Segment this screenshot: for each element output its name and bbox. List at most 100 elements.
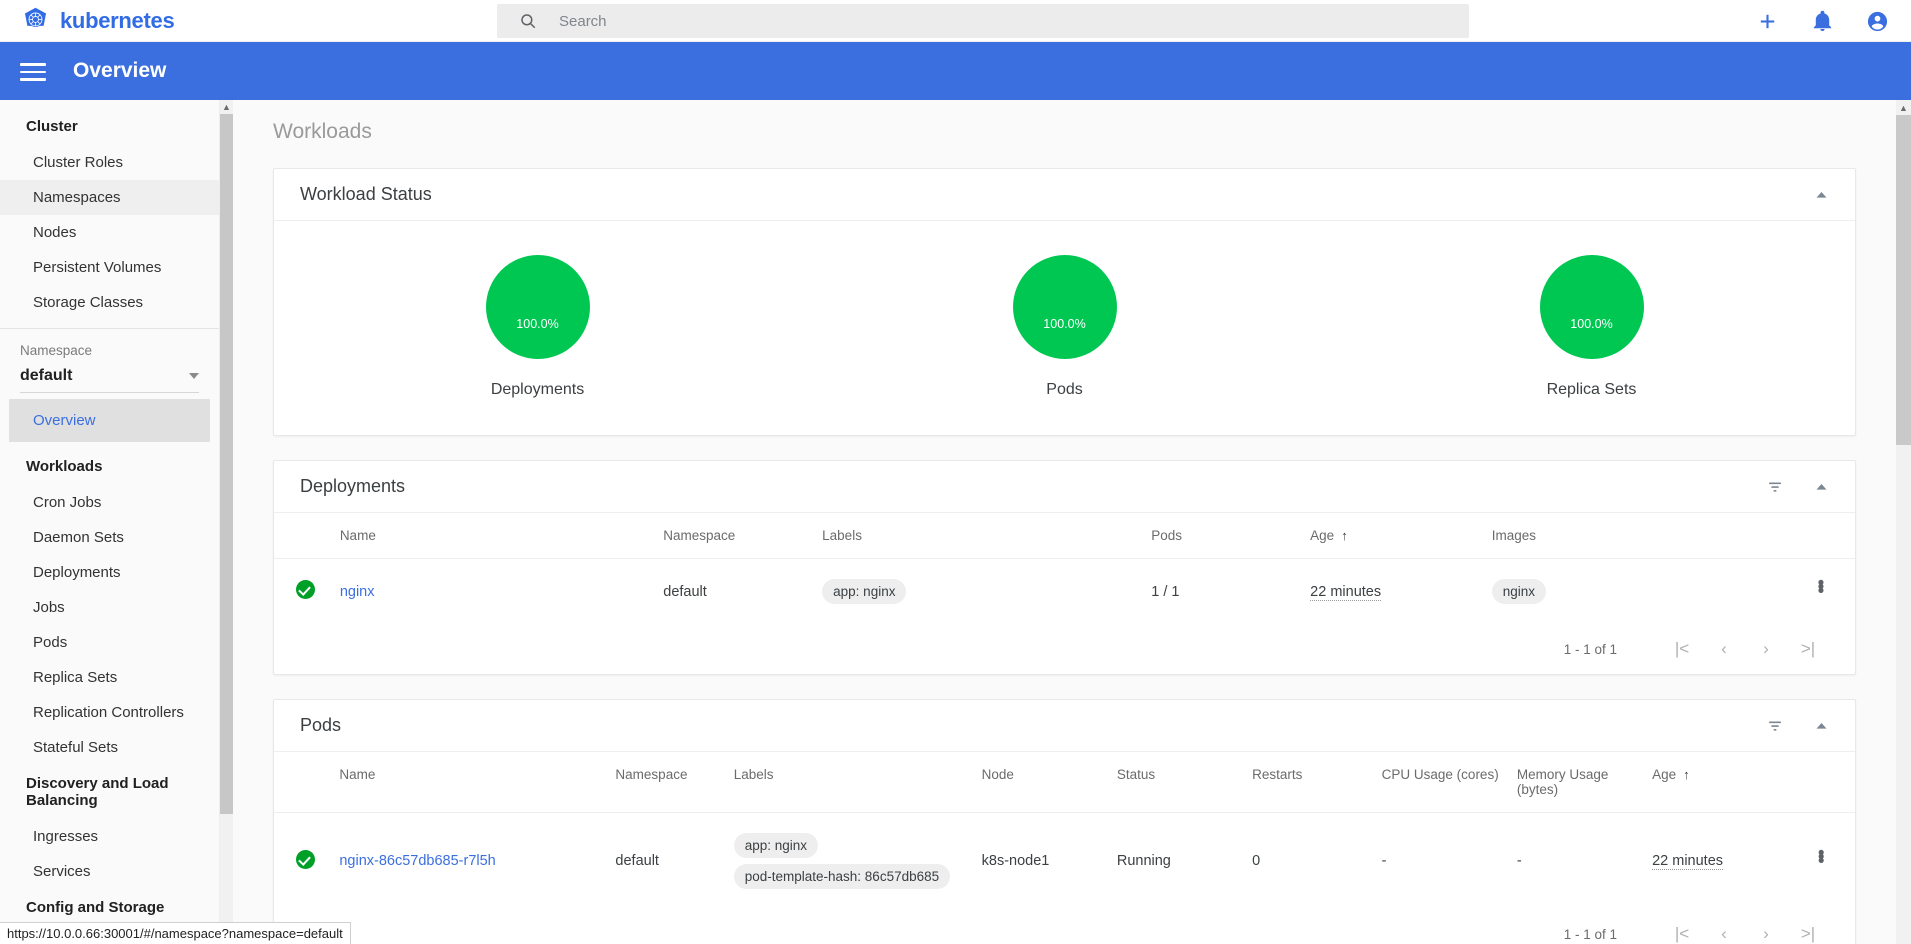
filter-list-icon[interactable] bbox=[1766, 478, 1784, 496]
more-options-icon[interactable]: • • • bbox=[1818, 574, 1825, 601]
sidebar-item-daemon-sets[interactable]: Daemon Sets bbox=[0, 520, 219, 555]
row-memory-usage: - bbox=[1516, 812, 1653, 909]
sidebar-item-persistent-volumes[interactable]: Persistent Volumes bbox=[0, 250, 219, 285]
sidebar-scrollbar-thumb[interactable] bbox=[220, 114, 233, 814]
image-chip[interactable]: nginx bbox=[1491, 579, 1547, 604]
namespace-select[interactable]: default bbox=[20, 367, 199, 393]
last-page-button[interactable]: >| bbox=[1787, 639, 1829, 659]
brand-name: kubernetes bbox=[60, 7, 175, 33]
main-scrollbar-thumb[interactable] bbox=[1896, 115, 1911, 445]
workload-status-card: Workload Status 100.0% Deployments 100.0… bbox=[273, 168, 1856, 436]
deployments-pagination: 1 - 1 of 1 |< ‹ › >| bbox=[274, 624, 1855, 674]
more-options-icon[interactable]: • • • bbox=[1818, 844, 1825, 871]
sidebar-item-cluster-roles[interactable]: Cluster Roles bbox=[0, 145, 219, 180]
sidebar-item-cron-jobs[interactable]: Cron Jobs bbox=[0, 485, 219, 520]
sidebar-item-replica-sets[interactable]: Replica Sets bbox=[0, 660, 219, 695]
col-age-label: Age bbox=[1310, 528, 1335, 543]
sidebar-item-nodes[interactable]: Nodes bbox=[0, 215, 219, 250]
first-page-button[interactable]: |< bbox=[1661, 924, 1703, 944]
scroll-up-icon[interactable]: ▲ bbox=[220, 100, 233, 114]
deployments-header: Deployments bbox=[274, 461, 1855, 513]
hamburger-menu-icon[interactable] bbox=[20, 58, 46, 84]
prev-page-button[interactable]: ‹ bbox=[1703, 639, 1745, 659]
col-status bbox=[274, 513, 340, 559]
label-chip[interactable]: app: nginx bbox=[733, 833, 819, 858]
donut-pods-label: Pods bbox=[1046, 381, 1083, 398]
col-labels[interactable]: Labels bbox=[822, 513, 1151, 559]
donut-deployments-value: 100.0% bbox=[516, 317, 559, 331]
table-row[interactable]: nginx default app: nginx 1 / 1 22 minute… bbox=[274, 558, 1855, 624]
brand-logo-link[interactable]: kubernetes bbox=[22, 7, 175, 34]
plus-icon[interactable] bbox=[1756, 10, 1779, 33]
col-name[interactable]: Name bbox=[340, 513, 663, 559]
pods-card: Pods Name Namespace Labels Node Status R… bbox=[273, 699, 1856, 944]
status-bar-url: https://10.0.0.66:30001/#/namespace?name… bbox=[0, 922, 351, 944]
donut-replica-sets-label: Replica Sets bbox=[1546, 381, 1637, 398]
donut-replica-sets-svg bbox=[1539, 255, 1644, 359]
col-age[interactable]: Age ↑ bbox=[1652, 752, 1787, 813]
sidebar-item-storage-classes[interactable]: Storage Classes bbox=[0, 285, 219, 320]
sidebar-item-jobs[interactable]: Jobs bbox=[0, 590, 219, 625]
pods-table-header: Name Namespace Labels Node Status Restar… bbox=[274, 752, 1855, 813]
sidebar-item-namespaces[interactable]: Namespaces bbox=[0, 180, 219, 215]
label-chip[interactable]: app: nginx bbox=[822, 579, 907, 604]
account-circle-icon[interactable] bbox=[1866, 10, 1889, 33]
col-actions bbox=[1787, 752, 1855, 813]
sidebar-item-stateful-sets[interactable]: Stateful Sets bbox=[0, 730, 219, 765]
deployments-card: Deployments Name Namespace Labels Pods A… bbox=[273, 460, 1856, 675]
chart-pods: 100.0% Pods bbox=[1012, 255, 1117, 399]
search-input[interactable] bbox=[559, 12, 1469, 30]
col-restarts[interactable]: Restarts bbox=[1252, 752, 1382, 813]
main-scrollbar[interactable]: ▲ bbox=[1896, 100, 1911, 944]
first-page-button[interactable]: |< bbox=[1661, 639, 1703, 659]
row-labels: app: nginx pod-template-hash: 86c57db685 bbox=[733, 812, 982, 909]
sidebar-item-overview[interactable]: Overview bbox=[9, 399, 210, 442]
col-status bbox=[274, 752, 339, 813]
donut-pods-value: 100.0% bbox=[1043, 317, 1086, 331]
col-age[interactable]: Age ↑ bbox=[1310, 513, 1492, 559]
pod-link[interactable]: nginx-86c57db685-r7l5h bbox=[339, 853, 495, 869]
col-age-label: Age bbox=[1652, 767, 1677, 782]
label-chip[interactable]: pod-template-hash: 86c57db685 bbox=[733, 864, 951, 889]
col-cpu-usage[interactable]: CPU Usage (cores) bbox=[1382, 752, 1517, 813]
next-page-button[interactable]: › bbox=[1745, 924, 1787, 944]
chevron-up-icon[interactable] bbox=[1814, 187, 1829, 202]
row-actions: • • • bbox=[1786, 558, 1855, 624]
sidebar-item-pods[interactable]: Pods bbox=[0, 625, 219, 660]
sidebar-nav[interactable]: Cluster Cluster Roles Namespaces Nodes P… bbox=[0, 100, 220, 944]
sidebar-header-discovery: Discovery and Load Balancing bbox=[26, 775, 169, 809]
next-page-button[interactable]: › bbox=[1745, 639, 1787, 659]
sidebar-item-deployments[interactable]: Deployments bbox=[0, 555, 219, 590]
table-row[interactable]: nginx-86c57db685-r7l5h default app: ngin… bbox=[274, 812, 1855, 909]
search-box[interactable] bbox=[497, 4, 1469, 38]
col-namespace[interactable]: Namespace bbox=[615, 752, 733, 813]
col-pods[interactable]: Pods bbox=[1151, 513, 1310, 559]
bell-icon[interactable] bbox=[1811, 10, 1834, 33]
col-memory-usage[interactable]: Memory Usage (bytes) bbox=[1517, 752, 1652, 813]
sidebar-scrollbar[interactable]: ▲ bbox=[220, 100, 233, 944]
sidebar-header-workloads: Workloads bbox=[26, 458, 103, 475]
age-value: 22 minutes bbox=[1310, 583, 1382, 601]
row-pod-status: Running bbox=[1116, 812, 1253, 909]
donut-deployments-label: Deployments bbox=[490, 381, 585, 398]
deployment-link[interactable]: nginx bbox=[340, 584, 375, 600]
chevron-up-icon[interactable] bbox=[1814, 479, 1829, 494]
sidebar-item-services[interactable]: Services bbox=[0, 854, 219, 889]
sidebar-item-replication-controllers[interactable]: Replication Controllers bbox=[0, 695, 219, 730]
sidebar-header-config: Config and Storage bbox=[26, 899, 165, 916]
col-pod-status[interactable]: Status bbox=[1117, 752, 1252, 813]
donut-deployments-svg bbox=[485, 255, 590, 359]
chevron-up-icon[interactable] bbox=[1814, 718, 1829, 733]
last-page-button[interactable]: >| bbox=[1787, 924, 1829, 944]
sidebar-item-ingresses[interactable]: Ingresses bbox=[0, 819, 219, 854]
col-images[interactable]: Images bbox=[1492, 513, 1787, 559]
col-labels[interactable]: Labels bbox=[734, 752, 982, 813]
prev-page-button[interactable]: ‹ bbox=[1703, 924, 1745, 944]
scroll-up-icon[interactable]: ▲ bbox=[1896, 100, 1911, 115]
deployments-actions bbox=[1766, 478, 1829, 496]
col-node[interactable]: Node bbox=[982, 752, 1117, 813]
col-name[interactable]: Name bbox=[339, 752, 615, 813]
deployments-table-header: Name Namespace Labels Pods Age ↑ Images bbox=[274, 513, 1855, 559]
filter-list-icon[interactable] bbox=[1766, 717, 1784, 735]
col-namespace[interactable]: Namespace bbox=[663, 513, 822, 559]
